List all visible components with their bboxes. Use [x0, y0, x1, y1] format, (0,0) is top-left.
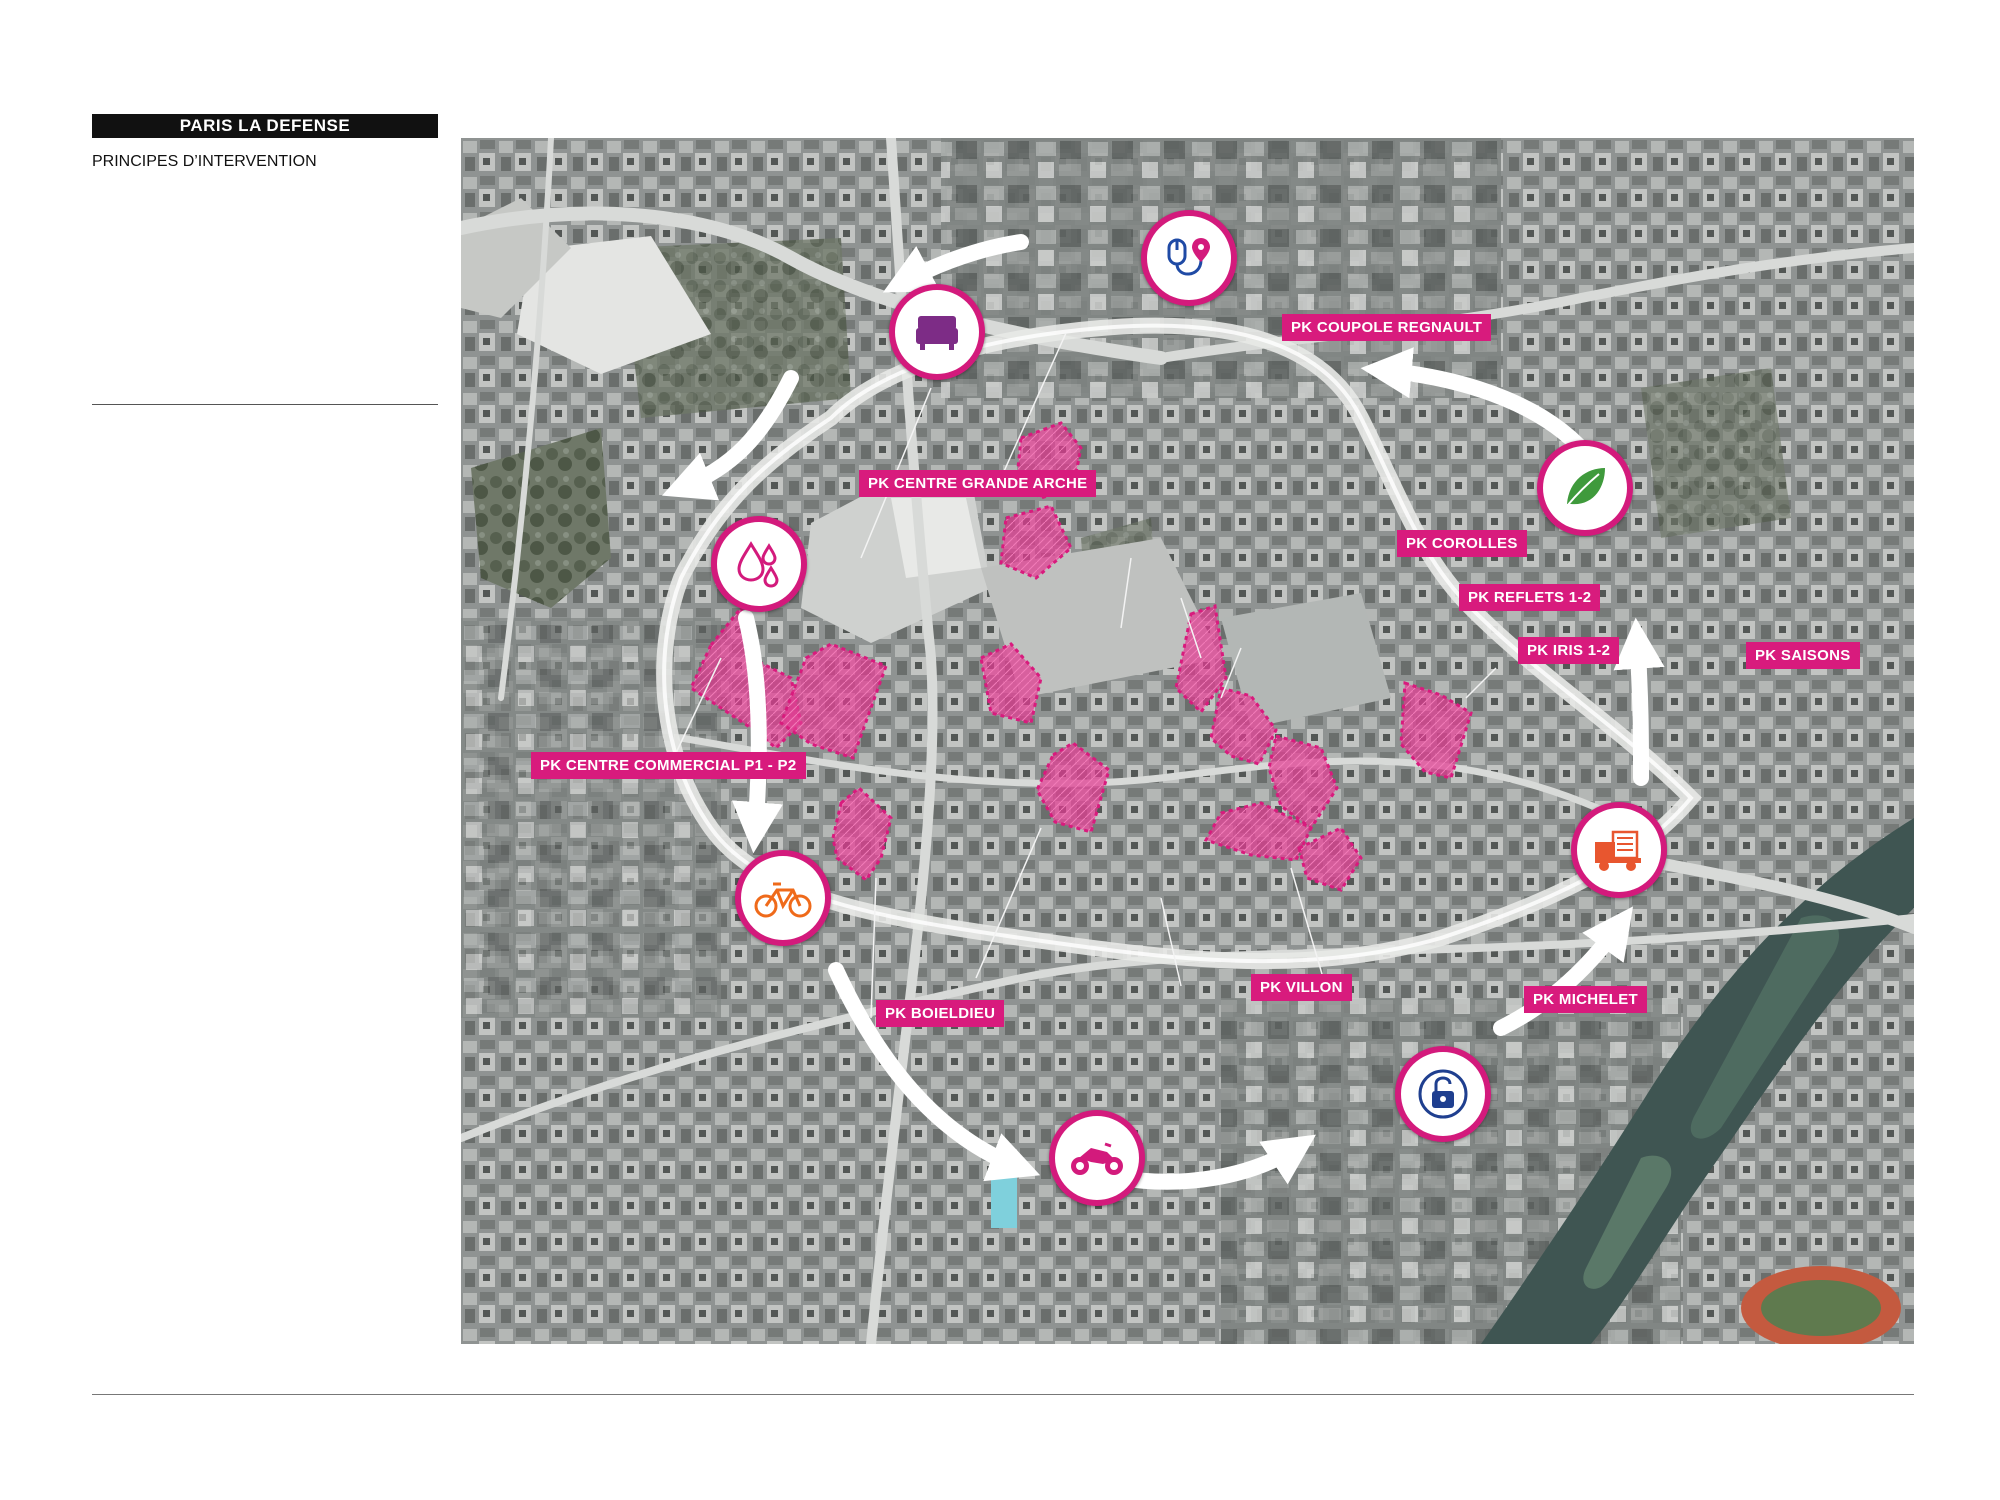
- label-pk-coupole-regnault: PK COUPOLE REGNAULT: [1282, 314, 1492, 341]
- label-pk-reflets: PK REFLETS 1-2: [1459, 584, 1601, 611]
- label-pk-corolles: PK COROLLES: [1397, 530, 1527, 557]
- label-pk-boieldieu: PK BOIELDIEU: [876, 1000, 1005, 1027]
- divider-bottom: [92, 1394, 1914, 1395]
- mouse-location-icon: [1141, 210, 1237, 306]
- sofa-icon: [889, 284, 985, 380]
- section-title-bar: PARIS LA DEFENSE: [92, 114, 438, 138]
- label-pk-saisons: PK SAISONS: [1746, 642, 1860, 669]
- aerial-map: PK COUPOLE REGNAULT PK CENTRE GRANDE ARC…: [461, 138, 1914, 1344]
- motorcycle-icon: [1049, 1110, 1145, 1206]
- label-pk-michelet: PK MICHELET: [1524, 986, 1647, 1013]
- map-base: [461, 138, 1914, 1344]
- padlock-icon: [1395, 1046, 1491, 1142]
- divider-short: [92, 404, 438, 405]
- label-pk-villon: PK VILLON: [1251, 974, 1352, 1001]
- water-drops-icon: [711, 516, 807, 612]
- label-pk-centre-grande-arche: PK CENTRE GRANDE ARCHE: [859, 470, 1097, 497]
- label-pk-iris: PK IRIS 1-2: [1518, 637, 1620, 664]
- page-subtitle: PRINCIPES D’INTERVENTION: [92, 153, 317, 170]
- bicycle-icon: [735, 850, 831, 946]
- delivery-truck-icon: [1571, 802, 1667, 898]
- leaf-icon: [1537, 440, 1633, 536]
- label-pk-centre-commercial: PK CENTRE COMMERCIAL P1 - P2: [531, 752, 806, 779]
